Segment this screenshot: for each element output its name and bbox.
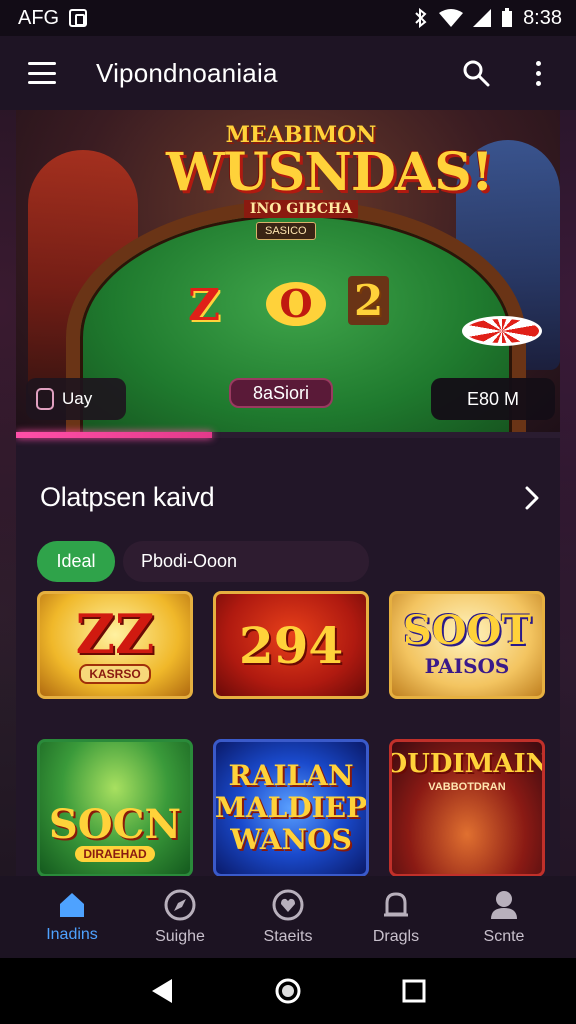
game-tile-title: SOCN [48, 801, 182, 848]
poker-chips-image [462, 316, 542, 346]
app-bar: Vipondnoaniaia [0, 36, 576, 110]
more-vert-icon[interactable] [518, 53, 558, 93]
filter-chips: Ideal Pbodi-Ooon [37, 541, 369, 582]
banner-small-chip: SASICO [256, 222, 316, 240]
filter-chip-active[interactable]: Ideal [37, 541, 115, 582]
banner-headline-main: WUSNDAS! [166, 142, 494, 203]
wifi-icon [439, 9, 464, 27]
banner-headline: MEABIMON WUSNDAS! INO GIBCHA [166, 122, 494, 218]
home-icon [60, 893, 84, 917]
banner-tagline: INO GIBCHA [243, 200, 359, 218]
game-tile[interactable]: ZZ KASRSO [37, 591, 193, 699]
nav-item-explore[interactable]: Suighe [130, 888, 230, 946]
game-tile-badge: PAISOS [424, 654, 510, 678]
main-panel: MEABIMON WUSNDAS! INO GIBCHA SASICO Z O … [16, 110, 560, 876]
promo-banner[interactable]: MEABIMON WUSNDAS! INO GIBCHA SASICO Z O … [16, 110, 560, 432]
game-tile[interactable]: 294 [213, 591, 369, 699]
status-bar: AFG 8:38 [0, 0, 576, 36]
game-tile-title: SOOT [402, 607, 532, 654]
bottom-navigation: Inadins Suighe Staeits Dragls Scnte [0, 876, 576, 958]
banner-progress [16, 432, 560, 438]
play-indicator-icon [36, 388, 54, 410]
game-tile-title: 294 [238, 615, 344, 675]
section-title: Olatpsen kaivd [40, 482, 215, 512]
search-icon[interactable] [456, 53, 496, 93]
back-icon[interactable] [150, 978, 174, 1004]
system-navigation-bar [0, 958, 576, 1024]
nav-label: Dragls [372, 928, 420, 945]
game-tile-title: RAILAN MALDIEP WANOS [214, 759, 368, 856]
nav-label: Staeits [263, 928, 313, 945]
nav-label: Suighe [155, 928, 205, 945]
reel-symbol-2: O [266, 282, 326, 326]
reel-symbol-1: Z [188, 280, 221, 331]
game-tile-badge: DIRAEHAD [75, 846, 155, 862]
heart-icon [272, 889, 304, 921]
app-title: Vipondnoaniaia [96, 57, 278, 88]
game-tile[interactable]: SOCN DIRAEHAD [37, 739, 193, 876]
bell-icon [384, 892, 408, 917]
status-text: AFG [18, 6, 60, 29]
chevron-right-icon[interactable] [518, 484, 546, 512]
bluetooth-icon [415, 8, 427, 28]
nav-label: Scnte [483, 928, 525, 945]
signal-icon [473, 9, 492, 27]
status-right: 8:38 [413, 7, 562, 30]
battery-icon [502, 8, 513, 27]
banner-jackpot-label: E80 M [431, 378, 555, 420]
menu-icon[interactable] [28, 62, 56, 84]
home-circle-icon[interactable] [274, 977, 302, 1005]
banner-play-label: Uay [62, 389, 93, 408]
banner-progress-fill [16, 432, 212, 438]
game-tile[interactable]: SOUDIMAINS VABBOTDRAN [389, 739, 545, 876]
nav-item-notifications[interactable]: Dragls [346, 888, 446, 946]
game-tile-title: ZZ [75, 602, 155, 666]
status-time: 8:38 [523, 6, 562, 29]
game-tile-badge: VABBOTDRAN [428, 781, 506, 793]
nav-item-favorites[interactable]: Staeits [238, 888, 338, 946]
profile-icon [491, 891, 517, 919]
game-tile[interactable]: SOOT PAISOS [389, 591, 545, 699]
status-left: AFG [18, 6, 88, 30]
game-tile-badge: KASRSO [79, 664, 151, 684]
nav-label: Inadins [46, 926, 98, 943]
notification-icon [69, 9, 88, 27]
nav-item-profile[interactable]: Scnte [454, 888, 554, 946]
recents-icon[interactable] [402, 979, 426, 1003]
explore-icon [164, 889, 196, 921]
banner-play-button[interactable]: Uay [26, 378, 126, 420]
filter-chip[interactable]: Pbodi-Ooon [123, 541, 369, 582]
banner-session-button[interactable]: 8aSiori [229, 378, 333, 408]
game-tile-title: SOUDIMAINS [392, 749, 542, 779]
game-tile[interactable]: RAILAN MALDIEP WANOS [213, 739, 369, 876]
nav-item-home[interactable]: Inadins [22, 890, 122, 944]
reel-symbol-3: 2 [348, 276, 390, 325]
